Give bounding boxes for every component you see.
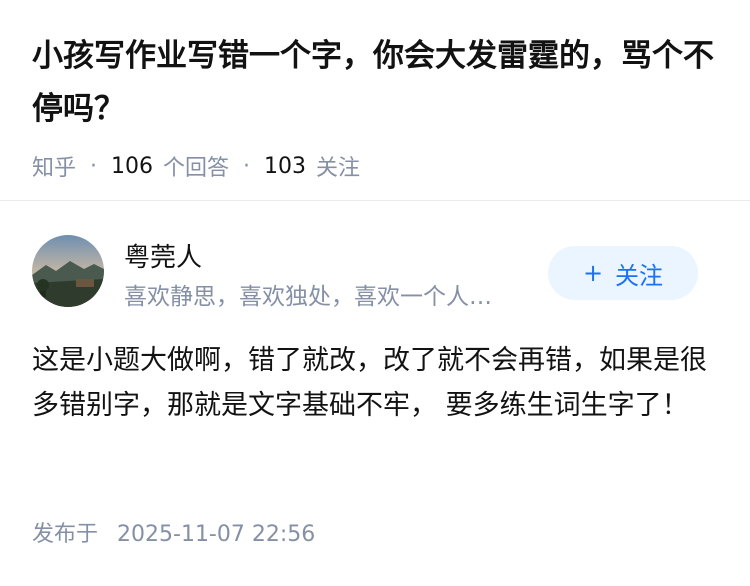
plus-icon: + xyxy=(582,259,604,287)
meta-separator: · xyxy=(90,153,98,179)
followers-label[interactable]: 关注 xyxy=(316,150,360,182)
followers-count: 103 xyxy=(264,153,307,179)
follow-button-label: 关注 xyxy=(615,261,664,290)
meta-separator: · xyxy=(243,153,251,179)
avatar[interactable] xyxy=(32,235,104,307)
answers-label[interactable]: 个回答 xyxy=(163,150,229,182)
question-title[interactable]: 小孩写作业写错一个字，你会大发雷霆的，骂个不停吗？ xyxy=(32,30,722,136)
author-name[interactable]: 粤莞人 xyxy=(124,237,202,274)
source-label[interactable]: 知乎 xyxy=(32,150,76,182)
author-bio: 喜欢静思，喜欢独处，喜欢一个人… xyxy=(124,284,492,310)
answers-count: 106 xyxy=(111,153,154,179)
author-card: 粤莞人 喜欢静思，喜欢独处，喜欢一个人… + 关注 xyxy=(32,235,718,310)
question-header: 小孩写作业写错一个字，你会大发雷霆的，骂个不停吗？ 知乎 · 106 个回答 ·… xyxy=(32,30,722,182)
follow-button[interactable]: + 关注 xyxy=(548,246,698,300)
answer-content: 这是小题大做啊，错了就改，改了就不会再错，如果是很多错别字，那就是文字基础不牢，… xyxy=(32,345,707,421)
section-divider xyxy=(0,200,750,201)
published-label: 发布于 xyxy=(32,522,99,547)
question-meta: 知乎 · 106 个回答 · 103 关注 xyxy=(32,150,722,182)
published-time: 2025-11-07 22:56 xyxy=(117,522,316,547)
publish-info: 发布于 2025-11-07 22:56 xyxy=(32,516,315,548)
avatar-landscape-icon xyxy=(32,235,104,307)
